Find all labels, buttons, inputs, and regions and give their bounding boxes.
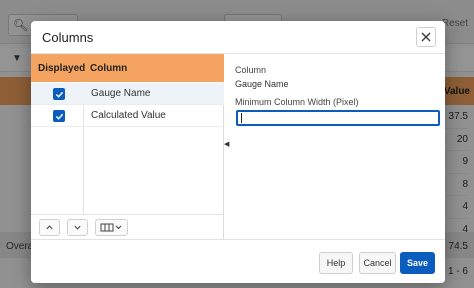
cancel-button[interactable]: Cancel — [359, 252, 396, 274]
displayed-checkbox[interactable] — [53, 88, 65, 100]
close-icon — [421, 32, 431, 42]
column-name: Calculated Value — [91, 110, 166, 121]
splitter-handle-icon[interactable]: ◀ — [224, 140, 229, 148]
column-name: Gauge Name — [91, 88, 151, 99]
displayed-checkbox[interactable] — [53, 110, 65, 122]
close-button[interactable] — [416, 27, 436, 47]
column-label: Column — [235, 65, 267, 75]
column-value: Gauge Name — [235, 79, 289, 89]
move-down-button[interactable] — [67, 219, 88, 236]
column-row-gauge-name[interactable]: Gauge Name — [31, 83, 224, 105]
column-detail-pane: Column Gauge Name Minimum Column Width (… — [231, 54, 445, 239]
columns-list-header: Displayed Column — [31, 54, 224, 82]
column-row-calculated-value[interactable]: Calculated Value — [31, 105, 224, 127]
header-column: Column — [90, 63, 128, 74]
help-button[interactable]: Help — [319, 252, 353, 274]
header-displayed: Displayed — [38, 63, 86, 74]
dialog-footer: Help Cancel Save — [31, 239, 445, 283]
columns-list-pane: Displayed Column Gauge Name Calculated V… — [31, 54, 224, 239]
dialog-header: Columns — [31, 21, 445, 54]
checkmark-icon — [55, 113, 63, 120]
move-up-button[interactable] — [39, 219, 60, 236]
columns-dialog: Columns Displayed Column Gauge Name Calc… — [31, 21, 445, 283]
chevron-down-icon — [74, 225, 81, 230]
min-width-input[interactable] — [236, 110, 440, 126]
save-button[interactable]: Save — [400, 252, 435, 274]
chevron-up-icon — [46, 225, 53, 230]
min-width-label: Minimum Column Width (Pixel) — [235, 97, 359, 107]
dialog-title: Columns — [42, 30, 94, 45]
text-caret — [241, 113, 242, 123]
checkmark-icon — [55, 91, 63, 98]
table-columns-icon — [100, 223, 121, 232]
columns-list-toolbar — [31, 214, 224, 239]
column-layout-menu-button[interactable] — [95, 219, 128, 236]
